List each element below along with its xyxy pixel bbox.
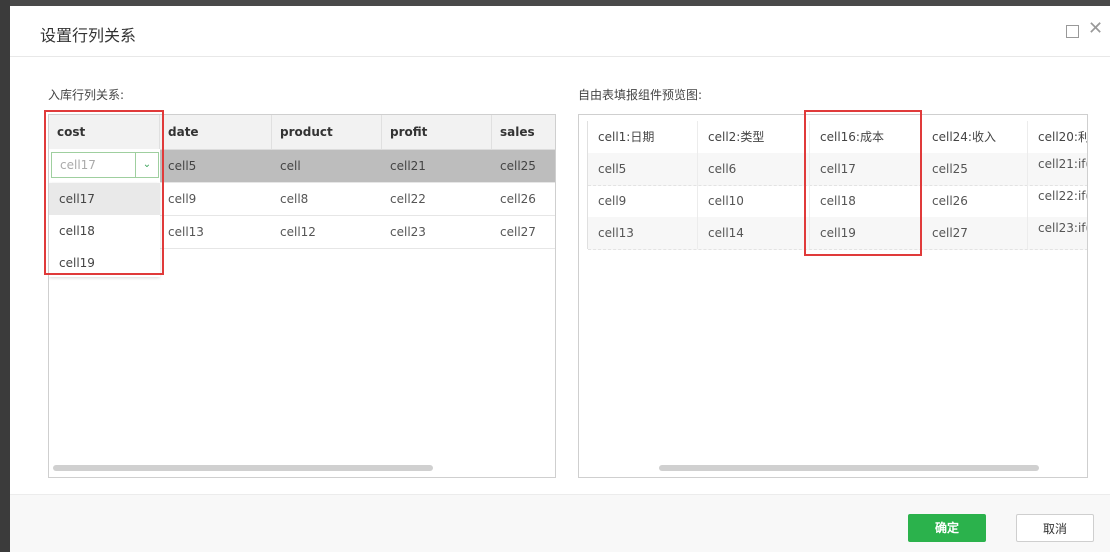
- chevron-down-icon[interactable]: ⌄: [135, 153, 158, 177]
- preview-cell: cell6: [698, 153, 810, 185]
- preview-cell: cell20:利: [1038, 130, 1088, 144]
- column-header-product[interactable]: product: [272, 115, 382, 149]
- preview-cell: cell27: [922, 217, 1028, 249]
- table-cell[interactable]: cell: [272, 150, 301, 182]
- dropdown-option[interactable]: cell18: [49, 215, 160, 247]
- preview-cell: cell16:成本: [810, 121, 922, 153]
- preview-cell: cell17: [810, 153, 922, 185]
- table-cell[interactable]: cell22: [382, 183, 426, 215]
- preview-cell: cell14: [698, 217, 810, 249]
- cost-cell-combobox[interactable]: cell17 ⌄: [49, 149, 160, 184]
- cost-dropdown-menu: cell17 cell18 cell19: [49, 183, 160, 277]
- column-header-date[interactable]: date: [160, 115, 272, 149]
- preview-row: cell13 cell14 cell19 cell27 cell23:if(: [588, 217, 1088, 250]
- table-cell[interactable]: cell26: [492, 183, 536, 215]
- background-window-edge: [0, 0, 10, 552]
- preview-cell: cell26: [922, 185, 1028, 217]
- dialog-title: 设置行列关系: [40, 26, 137, 45]
- preview-cell: cell13: [588, 217, 698, 249]
- maximize-icon[interactable]: [1066, 25, 1079, 38]
- confirm-button[interactable]: 确定: [908, 514, 986, 542]
- preview-grid: cell1:日期 cell2:类型 cell16:成本 cell24:收入 ce…: [587, 121, 1088, 250]
- column-header-sales[interactable]: sales: [492, 115, 555, 149]
- preview-cell: cell24:收入: [922, 121, 1028, 153]
- cost-select-input[interactable]: cell17 ⌄: [51, 152, 159, 178]
- table-cell[interactable]: cell25: [492, 150, 536, 182]
- table-cell[interactable]: cell27: [492, 216, 536, 248]
- right-section-label: 自由表填报组件预览图:: [578, 88, 703, 102]
- close-icon[interactable]: ✕: [1088, 18, 1103, 39]
- preview-panel: cell1:日期 cell2:类型 cell16:成本 cell24:收入 ce…: [578, 114, 1088, 478]
- table-cell[interactable]: cell9: [160, 183, 196, 215]
- table-cell[interactable]: cell5: [160, 150, 196, 182]
- preview-cell: cell1:日期: [588, 121, 698, 153]
- left-section-label: 入库行列关系:: [48, 88, 125, 102]
- column-header-cost[interactable]: cost: [49, 115, 160, 149]
- row-column-relation-dialog: 设置行列关系 ✕ 入库行列关系: 自由表填报组件预览图: cost date p…: [10, 6, 1110, 552]
- table-cell[interactable]: cell13: [160, 216, 204, 248]
- preview-cell: cell10: [698, 185, 810, 217]
- preview-row: cell1:日期 cell2:类型 cell16:成本 cell24:收入 ce…: [588, 121, 1088, 154]
- preview-cell: cell22:if(: [1038, 189, 1088, 203]
- preview-cell: cell2:类型: [698, 121, 810, 153]
- horizontal-scrollbar[interactable]: [659, 465, 1039, 471]
- preview-cell: cell18: [810, 185, 922, 217]
- table-cell[interactable]: cell12: [272, 216, 316, 248]
- preview-row: cell9 cell10 cell18 cell26 cell22:if(: [588, 185, 1088, 218]
- preview-row: cell5 cell6 cell17 cell25 cell21:if(: [588, 153, 1088, 186]
- cancel-button[interactable]: 取消: [1016, 514, 1094, 542]
- table-cell[interactable]: cell21: [382, 150, 426, 182]
- preview-cell: cell23:if(: [1038, 221, 1088, 235]
- relation-table-header: cost date product profit sales: [49, 115, 555, 150]
- preview-cell: cell21:if(: [1038, 157, 1088, 171]
- column-header-profit[interactable]: profit: [382, 115, 492, 149]
- table-cell[interactable]: cell8: [272, 183, 308, 215]
- relation-table: cost date product profit sales cell5 cel…: [48, 114, 556, 478]
- preview-cell: cell5: [588, 153, 698, 185]
- horizontal-scrollbar[interactable]: [53, 465, 433, 471]
- preview-cell: cell25: [922, 153, 1028, 185]
- dropdown-option[interactable]: cell17: [49, 183, 160, 215]
- dropdown-option[interactable]: cell19: [49, 247, 160, 279]
- title-divider: [10, 56, 1110, 57]
- cost-select-value: cell17: [60, 158, 96, 172]
- preview-cell: cell9: [588, 185, 698, 217]
- table-cell[interactable]: cell23: [382, 216, 426, 248]
- preview-cell: cell19: [810, 217, 922, 249]
